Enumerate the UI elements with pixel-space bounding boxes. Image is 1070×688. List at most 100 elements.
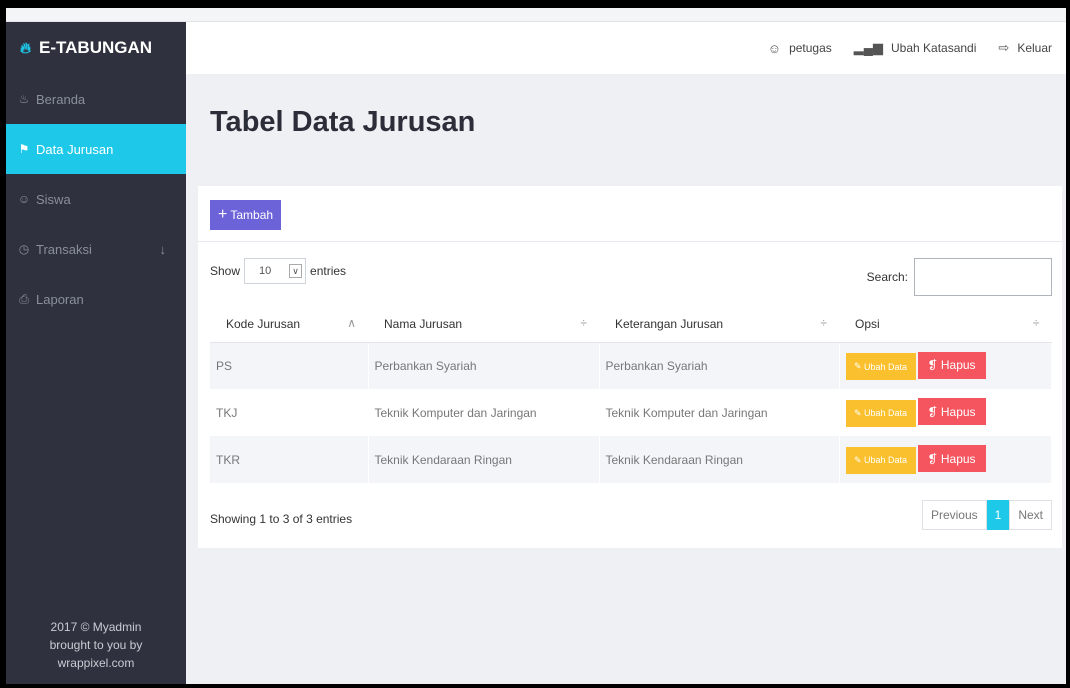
table-card: + Tambah Show 10 ∨ entries Search: Kode … bbox=[198, 186, 1062, 548]
pencil-icon: ✎ bbox=[853, 407, 862, 418]
sort-asc-icon: ∧ bbox=[347, 316, 356, 330]
sort-icon: ÷ bbox=[580, 316, 587, 330]
plus-icon: + bbox=[218, 206, 228, 223]
print-icon: ⎙ bbox=[19, 291, 29, 306]
sidebar-item-data-jurusan[interactable]: ⚑ Data Jurusan bbox=[6, 124, 186, 174]
trash-icon: ❡ bbox=[927, 358, 938, 372]
trash-icon: ❡ bbox=[927, 404, 938, 419]
page-title: Tabel Data Jurusan bbox=[210, 106, 476, 138]
cell-nama: Teknik Kendaraan Ringan bbox=[368, 436, 600, 483]
change-password-label: Ubah Katasandi bbox=[891, 41, 977, 55]
footer-line: brought to you by bbox=[49, 638, 143, 652]
table-row: PS Perbankan Syariah Perbankan Syariah ✎… bbox=[210, 342, 1052, 389]
pencil-icon: ✎ bbox=[853, 361, 862, 371]
top-strip bbox=[6, 8, 1066, 22]
arrow-down-icon: ↓ bbox=[159, 241, 167, 257]
logout-label: Keluar bbox=[1017, 41, 1052, 55]
edit-label: Ubah Data bbox=[864, 408, 908, 419]
sidebar-item-siswa[interactable]: ☺ Siswa bbox=[6, 174, 186, 224]
sidebar-item-beranda[interactable]: ♨ Beranda bbox=[6, 74, 186, 124]
search-input[interactable] bbox=[914, 258, 1052, 296]
edit-button[interactable]: ✎ Ubah Data bbox=[845, 399, 916, 427]
entries-control: Show 10 ∨ entries bbox=[210, 258, 346, 284]
show-label: Show bbox=[210, 264, 241, 278]
logout-icon: ⇨ bbox=[998, 40, 1010, 55]
top-header: ☺ petugas ▂▄▆ Ubah Katasandi ⇨ Keluar bbox=[186, 22, 1066, 74]
sidebar-item-label: Transaksi bbox=[36, 241, 92, 257]
cell-keterangan: Teknik Kendaraan Ringan bbox=[599, 436, 840, 483]
cell-keterangan: Perbankan Syariah bbox=[599, 342, 840, 389]
column-header-label: Kode Jurusan bbox=[226, 316, 301, 331]
sort-icon: ÷ bbox=[1032, 316, 1040, 330]
signpost-icon: ⚑ bbox=[18, 142, 30, 156]
table-row: TKJ Teknik Komputer dan Jaringan Teknik … bbox=[210, 389, 1052, 436]
column-header-keterangan[interactable]: Keterangan Jurusan ÷ bbox=[599, 306, 839, 343]
search-control: Search: bbox=[867, 258, 1052, 296]
cell-kode: TKR bbox=[210, 436, 369, 483]
pagination: Previous 1 Next bbox=[921, 500, 1052, 530]
sidebar-item-label: Beranda bbox=[36, 91, 86, 107]
entries-select[interactable]: 10 ∨ bbox=[244, 258, 307, 284]
brand-name: E-TABUNGAN bbox=[39, 38, 153, 57]
add-button[interactable]: + Tambah bbox=[210, 200, 282, 230]
sidebar-item-laporan[interactable]: ⎙ Laporan bbox=[6, 274, 186, 324]
edit-button[interactable]: ✎ Ubah Data bbox=[845, 446, 916, 474]
cell-kode: TKJ bbox=[210, 389, 369, 436]
column-header-nama[interactable]: Nama Jurusan ÷ bbox=[368, 306, 599, 343]
table-row: TKR Teknik Kendaraan Ringan Teknik Kenda… bbox=[210, 436, 1052, 483]
table-info: Showing 1 to 3 of 3 entries bbox=[210, 512, 353, 526]
sidebar: 🔥︎ E-TABUNGAN ♨ Beranda ⚑ Data Jurusan ☺… bbox=[6, 22, 186, 684]
table-header-row: Kode Jurusan ∧ Nama Jurusan ÷ Keterangan… bbox=[210, 306, 1052, 343]
cell-kode: PS bbox=[210, 342, 369, 389]
column-header-label: Opsi bbox=[855, 316, 880, 331]
edit-button[interactable]: ✎ Ubah Data bbox=[845, 353, 916, 380]
sidebar-item-label: Laporan bbox=[36, 291, 84, 307]
sidebar-footer: 2017 © Myadmin brought to you by wrappix… bbox=[6, 618, 186, 672]
clock-icon: ◷ bbox=[18, 242, 30, 256]
cell-keterangan: Teknik Komputer dan Jaringan bbox=[599, 389, 840, 436]
user-name: petugas bbox=[789, 41, 832, 55]
next-button[interactable]: Next bbox=[1009, 500, 1052, 530]
column-header-label: Nama Jurusan bbox=[384, 316, 463, 331]
jurusan-table: Kode Jurusan ∧ Nama Jurusan ÷ Keterangan… bbox=[210, 306, 1052, 483]
card-toolbar: + Tambah bbox=[198, 186, 1062, 242]
cell-opsi: ✎ Ubah Data ❡ Hapus bbox=[839, 389, 1052, 436]
entries-value: 10 bbox=[259, 265, 272, 277]
delete-label: Hapus bbox=[940, 451, 976, 466]
user-icon: ☺ bbox=[767, 40, 782, 56]
delete-button[interactable]: ❡ Hapus bbox=[917, 398, 986, 426]
cell-opsi: ✎ Ubah Data ❡ Hapus bbox=[839, 342, 1052, 389]
logout-link[interactable]: ⇨ Keluar bbox=[998, 40, 1052, 56]
footer-link[interactable]: wrappixel.com bbox=[6, 654, 186, 672]
column-header-label: Keterangan Jurusan bbox=[615, 316, 724, 331]
footer-line: 2017 © Myadmin bbox=[50, 620, 142, 634]
delete-label: Hapus bbox=[940, 404, 976, 419]
column-header-opsi[interactable]: Opsi ÷ bbox=[839, 306, 1052, 343]
flame-icon: ♨ bbox=[18, 92, 30, 106]
user-icon: ☺ bbox=[17, 192, 31, 206]
change-password-link[interactable]: ▂▄▆ Ubah Katasandi bbox=[854, 40, 977, 56]
flame-logo-icon: 🔥︎ bbox=[20, 39, 32, 57]
cell-nama: Teknik Komputer dan Jaringan bbox=[368, 389, 600, 436]
edit-label: Ubah Data bbox=[864, 361, 908, 372]
brand[interactable]: 🔥︎ E-TABUNGAN bbox=[6, 22, 186, 74]
entries-label: entries bbox=[310, 264, 347, 278]
signal-bars-icon: ▂▄▆ bbox=[853, 40, 883, 55]
sidebar-item-transaksi[interactable]: ◷ Transaksi ↓ bbox=[6, 224, 186, 274]
sidebar-item-label: Siswa bbox=[36, 191, 71, 207]
page-button-1[interactable]: 1 bbox=[986, 500, 1010, 530]
search-label: Search: bbox=[866, 270, 908, 284]
delete-button[interactable]: ❡ Hapus bbox=[917, 445, 986, 473]
previous-button[interactable]: Previous bbox=[921, 500, 987, 530]
edit-label: Ubah Data bbox=[864, 455, 908, 466]
delete-label: Hapus bbox=[940, 358, 976, 372]
delete-button[interactable]: ❡ Hapus bbox=[917, 351, 986, 379]
table-controls: Show 10 ∨ entries Search: bbox=[210, 258, 1052, 298]
pencil-icon: ✎ bbox=[853, 454, 862, 465]
sidebar-item-label: Data Jurusan bbox=[36, 141, 114, 157]
app-frame: 🔥︎ E-TABUNGAN ♨ Beranda ⚑ Data Jurusan ☺… bbox=[6, 8, 1066, 684]
cell-nama: Perbankan Syariah bbox=[368, 342, 600, 389]
trash-icon: ❡ bbox=[927, 451, 938, 466]
user-menu[interactable]: ☺ petugas bbox=[768, 41, 832, 56]
column-header-kode[interactable]: Kode Jurusan ∧ bbox=[210, 306, 368, 343]
